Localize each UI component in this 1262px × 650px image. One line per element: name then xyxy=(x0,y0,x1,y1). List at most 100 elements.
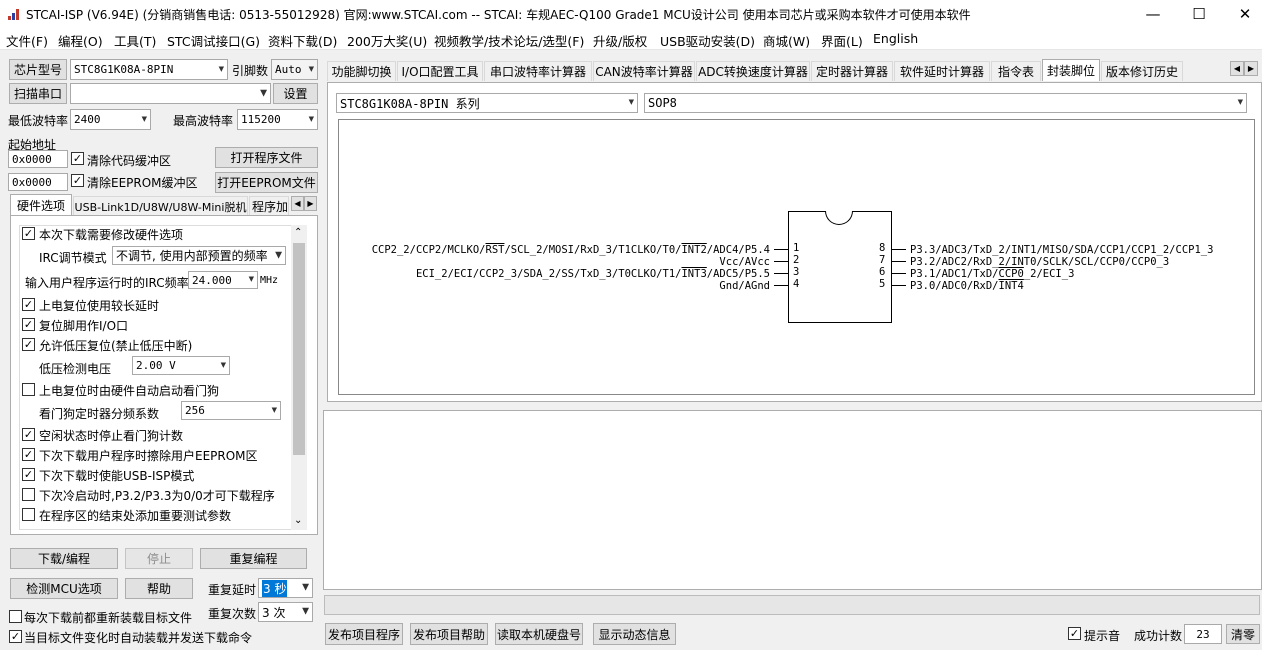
output-log[interactable] xyxy=(323,410,1262,590)
lv-detect-select[interactable]: 2.00 V ▼ xyxy=(132,356,230,375)
menu-usb-driver[interactable]: USB驱动安装(D) xyxy=(660,31,755,50)
menu-download[interactable]: 资料下载(D) xyxy=(268,31,337,50)
pin-5-number: 5 xyxy=(879,278,886,290)
auto-reload-checkbox[interactable]: ✓ xyxy=(9,630,22,643)
app-icon xyxy=(7,7,21,21)
menu-upgrade[interactable]: 升级/版权 xyxy=(593,31,647,50)
wdt-auto-checkbox[interactable] xyxy=(22,383,35,396)
pin-count-select[interactable]: Auto ▼ xyxy=(271,59,318,80)
close-button[interactable]: ✕ xyxy=(1222,0,1262,28)
stop-button[interactable]: 停止 xyxy=(125,548,193,569)
repeat-count-select[interactable]: 3 次 ▼ xyxy=(258,602,313,622)
lvr-checkbox[interactable]: ✓ xyxy=(22,338,35,351)
min-baud-select[interactable]: 2400 ▼ xyxy=(70,109,151,130)
code-start-address-input[interactable]: 0x0000 xyxy=(8,150,68,168)
add-params-checkbox[interactable] xyxy=(22,508,35,521)
chevron-down-icon: ▼ xyxy=(302,582,309,593)
wdt-idle-checkbox[interactable]: ✓ xyxy=(22,428,35,441)
pin-4-text: Gnd/AGnd xyxy=(719,280,770,292)
chevron-down-icon: ▼ xyxy=(220,360,226,370)
menu-file[interactable]: 文件(F) xyxy=(6,31,48,50)
irc-mode-select[interactable]: 不调节, 使用内部预置的频率 ▼ xyxy=(112,246,286,265)
por-delay-checkbox[interactable]: ✓ xyxy=(22,298,35,311)
irc-freq-label: 输入用户程序运行时的IRC频率 xyxy=(25,276,189,290)
download-program-button[interactable]: 下载/编程 xyxy=(10,548,118,569)
menu-ui[interactable]: 界面(L) xyxy=(821,31,863,50)
irc-freq-select[interactable]: 24.000 ▼ xyxy=(188,271,258,289)
tab-io-config[interactable]: I/O口配置工具 xyxy=(397,61,483,81)
max-baud-select[interactable]: 115200 ▼ xyxy=(237,109,318,130)
beep-checkbox[interactable]: ✓ xyxy=(1068,627,1081,640)
menu-prize[interactable]: 200万大奖(U) xyxy=(347,31,427,50)
read-disk-id-button[interactable]: 读取本机硬盘号 xyxy=(495,623,583,645)
p32-p33-checkbox[interactable] xyxy=(22,488,35,501)
show-dynamic-info-button[interactable]: 显示动态信息 xyxy=(593,623,676,645)
tab-can-baud[interactable]: CAN波特率计算器 xyxy=(593,61,695,81)
irc-freq-value: 24.000 xyxy=(192,273,232,287)
pin-7-number: 7 xyxy=(879,254,886,266)
series-select[interactable]: STC8G1K08A-8PIN 系列 ▼ xyxy=(336,93,638,113)
scan-port-button[interactable]: 扫描串口 xyxy=(9,83,67,104)
eeprom-start-address-input[interactable]: 0x0000 xyxy=(8,173,68,191)
menu-video[interactable]: 视频教学/技术论坛/选型(F) xyxy=(434,31,584,50)
menu-shop[interactable]: 商城(W) xyxy=(763,31,810,50)
menu-debug[interactable]: STC调试接口(G) xyxy=(167,31,260,50)
chip-model-button[interactable]: 芯片型号 xyxy=(9,59,67,80)
menu-tools[interactable]: 工具(T) xyxy=(114,31,156,50)
open-program-file-button[interactable]: 打开程序文件 xyxy=(215,147,318,168)
help-button[interactable]: 帮助 xyxy=(125,578,193,599)
tab-instructions[interactable]: 指令表 xyxy=(991,61,1041,81)
wdt-div-select[interactable]: 256 ▼ xyxy=(181,401,281,420)
clear-code-checkbox[interactable]: ✓ xyxy=(71,152,84,165)
package-type-select[interactable]: SOP8 ▼ xyxy=(644,93,1247,113)
tab-package-pins[interactable]: 封装脚位 xyxy=(1042,59,1100,81)
scroll-up-icon[interactable]: ⌃ xyxy=(294,227,302,238)
options-scrollbar[interactable]: ⌃ ⌄ xyxy=(291,225,307,530)
repeat-count-value: 3 次 xyxy=(262,605,286,620)
series-value: STC8G1K08A-8PIN 系列 xyxy=(340,96,480,111)
tab-scroll-right-icon[interactable]: ▶ xyxy=(1244,61,1258,76)
repeat-count-label: 重复次数 xyxy=(208,607,257,621)
wdt-div-label: 看门狗定时器分频系数 xyxy=(39,407,160,421)
tab-uart-baud[interactable]: 串口波特率计算器 xyxy=(484,61,592,81)
erase-eeprom-checkbox[interactable]: ✓ xyxy=(22,448,35,461)
clear-count-button[interactable]: 清零 xyxy=(1226,624,1260,644)
package-panel: STC8G1K08A-8PIN 系列 ▼ SOP8 ▼ CCP2_2/CCP2/MC… xyxy=(327,82,1262,402)
usb-isp-label: 下次下载时使能USB-ISP模式 xyxy=(39,469,195,483)
maximize-button[interactable]: ☐ xyxy=(1176,0,1222,28)
tab-timer-calc[interactable]: 定时器计算器 xyxy=(811,61,893,81)
reload-each-checkbox[interactable] xyxy=(9,610,22,623)
publish-program-button[interactable]: 发布项目程序 xyxy=(325,623,403,645)
minimize-button[interactable]: — xyxy=(1130,0,1176,28)
modify-hw-checkbox[interactable]: ✓ xyxy=(22,227,35,240)
tab-pin-switch[interactable]: 功能脚切换 xyxy=(327,61,396,81)
open-eeprom-file-button[interactable]: 打开EEPROM文件 xyxy=(215,172,318,193)
repeat-program-button[interactable]: 重复编程 xyxy=(200,548,307,569)
repeat-delay-select[interactable]: 3 秒 ▼ xyxy=(258,578,313,598)
detect-mcu-button[interactable]: 检测MCU选项 xyxy=(10,578,118,599)
scrollbar-thumb[interactable] xyxy=(293,243,305,455)
menu-program[interactable]: 编程(O) xyxy=(58,31,103,50)
settings-button[interactable]: 设置 xyxy=(273,83,318,104)
reset-io-checkbox[interactable]: ✓ xyxy=(22,318,35,331)
menu-english[interactable]: English xyxy=(873,31,918,46)
clear-eeprom-checkbox[interactable]: ✓ xyxy=(71,174,84,187)
tab-delay-calc[interactable]: 软件延时计算器 xyxy=(894,61,990,81)
pin-3-number: 3 xyxy=(793,266,800,278)
tab-scroll-right-icon[interactable]: ▶ xyxy=(304,196,317,211)
chip-model-select[interactable]: STC8G1K08A-8PIN ▼ xyxy=(70,59,228,80)
tab-scroll-left-icon[interactable]: ◀ xyxy=(1230,61,1244,76)
tab-program[interactable]: 程序加 xyxy=(249,196,289,216)
tab-scroll-left-icon[interactable]: ◀ xyxy=(291,196,304,211)
tab-hardware-options[interactable]: 硬件选项 xyxy=(10,194,72,216)
usb-isp-checkbox[interactable]: ✓ xyxy=(22,468,35,481)
tab-adc-speed[interactable]: ADC转换速度计算器 xyxy=(696,61,810,81)
port-select[interactable]: ▼ xyxy=(70,83,271,104)
tab-usb-link[interactable]: USB-Link1D/U8W/U8W-Mini脱机 xyxy=(73,196,248,216)
scroll-down-icon[interactable]: ⌄ xyxy=(294,515,302,526)
publish-help-button[interactable]: 发布项目帮助 xyxy=(410,623,488,645)
chevron-down-icon: ▼ xyxy=(141,114,147,124)
chevron-down-icon: ▼ xyxy=(308,114,314,124)
pin-7-lead xyxy=(892,261,906,262)
tab-version-history[interactable]: 版本修订历史 xyxy=(1101,61,1183,81)
